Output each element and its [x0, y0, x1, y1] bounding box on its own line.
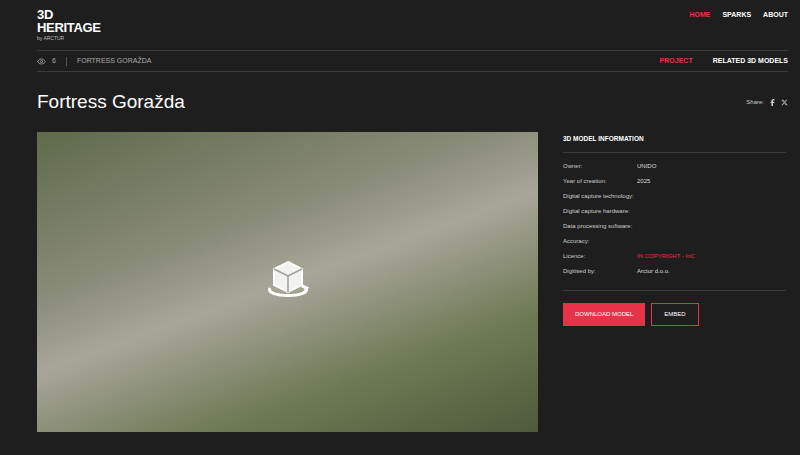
- info-row: Data processing software:: [563, 222, 786, 231]
- info-label: Owner:: [563, 162, 637, 171]
- info-row: Accuracy:: [563, 237, 786, 246]
- info-row: Digitised by:Arctur d.o.o.: [563, 267, 786, 276]
- x-icon[interactable]: [781, 99, 788, 106]
- page: 3DHERITAGE by ARCTUR HOME SPARKS ABOUT 6 FORTR…: [0, 0, 800, 455]
- info-value: Arctur d.o.o.: [637, 267, 670, 276]
- embed-button[interactable]: EMBED: [651, 303, 698, 326]
- views-eye-icon: [37, 57, 46, 66]
- info-label: Data processing software:: [563, 222, 637, 231]
- download-button[interactable]: DOWNLOAD MODEL: [563, 303, 645, 326]
- info-label: Year of creation:: [563, 177, 637, 186]
- breadcrumb-current: FORTRESS GORAŽDA: [77, 56, 152, 67]
- share-label: Share:: [746, 98, 764, 107]
- views-count: 6: [52, 56, 56, 67]
- header: 3DHERITAGE by ARCTUR HOME SPARKS ABOUT: [37, 0, 788, 50]
- title-row: Fortress Goražda Share:: [37, 90, 788, 114]
- info-label: Digital capture technology:: [563, 192, 637, 201]
- logo-text: 3D: [37, 8, 101, 21]
- tab[interactable]: PROJECT: [660, 56, 693, 67]
- logo-text: HERITAGE: [37, 21, 101, 34]
- nav-item[interactable]: SPARKS: [722, 10, 751, 21]
- info-row: Digital capture hardware:: [563, 207, 786, 216]
- info-panel: 3D MODEL INFORMATIONOwner:UNIDOYear of c…: [563, 132, 788, 432]
- model-viewer[interactable]: [37, 132, 538, 432]
- info-value[interactable]: IN COPYRIGHT - InC: [637, 252, 695, 261]
- info-label: Accuracy:: [563, 237, 637, 246]
- info-label: Digital capture hardware:: [563, 207, 637, 216]
- breadcrumb-bar: 6 FORTRESS GORAŽDA PROJECT RELATED 3D MODEL…: [37, 50, 788, 72]
- info-row: Licence:IN COPYRIGHT - InC: [563, 252, 786, 261]
- logo[interactable]: 3DHERITAGE by ARCTUR: [37, 8, 101, 41]
- tab[interactable]: RELATED 3D MODELS: [713, 56, 788, 67]
- info-row: Year of creation:2025: [563, 177, 786, 186]
- info-value: 2025: [637, 177, 650, 186]
- nav-item[interactable]: HOME: [689, 10, 710, 21]
- separator: [66, 57, 67, 66]
- main-nav: HOME SPARKS ABOUT: [689, 8, 788, 21]
- info-value: UNIDO: [637, 162, 656, 171]
- nav-item[interactable]: ABOUT: [763, 10, 788, 21]
- info-label: Licence:: [563, 252, 637, 261]
- content: 3D MODEL INFORMATIONOwner:UNIDOYear of c…: [37, 132, 788, 432]
- logo-byline: by ARCTUR: [37, 36, 101, 41]
- rotate-3d-icon[interactable]: [262, 256, 314, 308]
- info-heading: 3D MODEL INFORMATION: [563, 132, 786, 153]
- facebook-icon[interactable]: [769, 99, 776, 106]
- info-label: Digitised by:: [563, 267, 637, 276]
- page-title: Fortress Goražda: [37, 90, 185, 114]
- info-row: Owner:UNIDO: [563, 162, 786, 171]
- info-row: Digital capture technology:: [563, 192, 786, 201]
